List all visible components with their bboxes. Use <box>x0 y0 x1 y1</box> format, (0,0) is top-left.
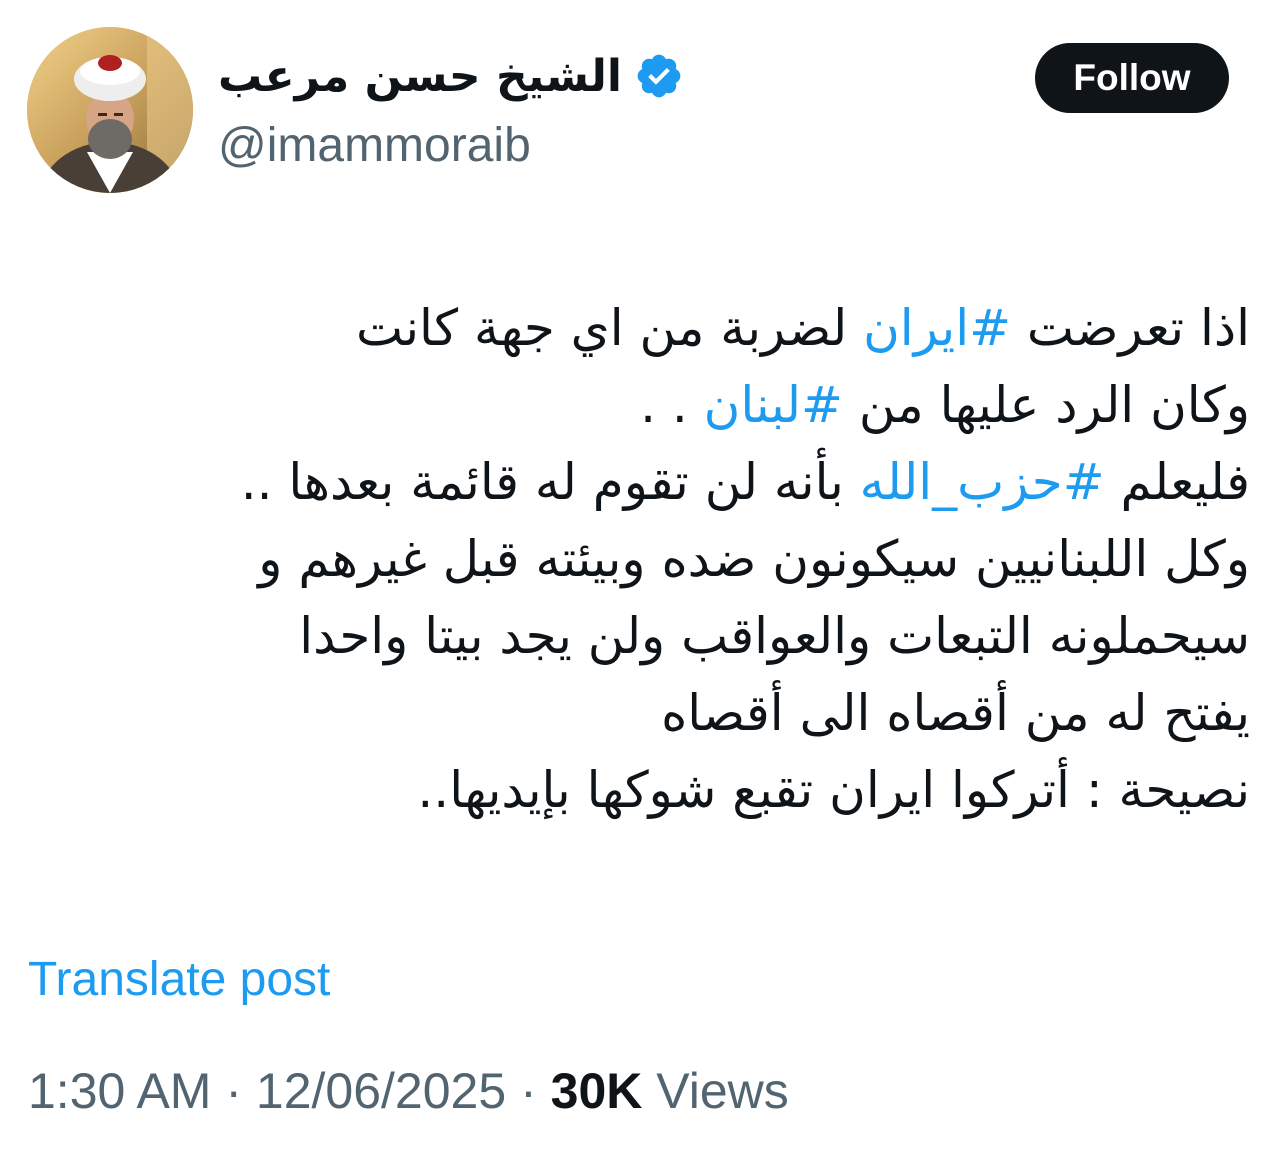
tweet-text-segment: بأنه لن تقوم له قائمة بعدها .. <box>240 453 860 511</box>
tweet-text-segment: لضربة من اي جهة كانت <box>356 299 864 357</box>
tweet-date[interactable]: 12/06/2025 <box>256 1063 506 1119</box>
tweet-line: وكل اللبنانيين سيكونون ضده وبيئته قبل غي… <box>90 521 1250 598</box>
tweet-meta: 1:30 AM · 12/06/2025 · 30K Views <box>28 1062 789 1120</box>
author-display-name[interactable]: الشيخ حسن مرعب <box>218 51 622 102</box>
meta-separator: · <box>225 1063 243 1119</box>
tweet-text-segment: وكان الرد عليها من <box>842 376 1250 434</box>
meta-separator: · <box>520 1063 537 1119</box>
avatar-image <box>27 27 193 193</box>
verified-badge-icon[interactable] <box>634 51 684 101</box>
tweet-line: سيحملونه التبعات والعواقب ولن يجد بيتا و… <box>90 598 1250 675</box>
tweet-text-segment: . . <box>640 376 704 434</box>
tweet-text-segment: سيحملونه التبعات والعواقب ولن يجد بيتا و… <box>299 607 1250 665</box>
translate-post-link[interactable]: Translate post <box>28 952 330 1007</box>
hashtag-link[interactable]: #حزب_الله <box>860 453 1105 511</box>
tweet-line: يفتح له من أقصاه الى أقصاه <box>90 675 1250 752</box>
tweet-line: وكان الرد عليها من #لبنان . . <box>90 367 1250 444</box>
tweet-time[interactable]: 1:30 AM <box>28 1063 211 1119</box>
follow-button[interactable]: Follow <box>1035 43 1229 113</box>
author-avatar[interactable] <box>27 27 193 193</box>
views-count[interactable]: 30K <box>551 1063 643 1119</box>
tweet-text-segment: يفتح له من أقصاه الى أقصاه <box>661 684 1250 742</box>
author-handle[interactable]: @imammoraib <box>218 118 531 173</box>
tweet-text-segment: نصيحة : أتركوا ايران تقبع شوكها بإيديها.… <box>417 761 1250 819</box>
tweet-text-segment: اذا تعرضت <box>1010 299 1250 357</box>
hashtag-link[interactable]: #ايران <box>863 299 1011 357</box>
tweet-line: اذا تعرضت #ايران لضربة من اي جهة كانت <box>90 290 1250 367</box>
hashtag-link[interactable]: #لبنان <box>704 376 843 434</box>
tweet-line: نصيحة : أتركوا ايران تقبع شوكها بإيديها.… <box>90 752 1250 829</box>
views-label: Views <box>656 1063 789 1119</box>
tweet-text-segment: فليعلم <box>1104 453 1251 511</box>
author-name-row: الشيخ حسن مرعب <box>218 40 684 112</box>
tweet-text-segment: وكل اللبنانيين سيكونون ضده وبيئته قبل غي… <box>258 530 1250 588</box>
tweet-line: فليعلم #حزب_الله بأنه لن تقوم له قائمة ب… <box>90 444 1250 521</box>
tweet-text: اذا تعرضت #ايران لضربة من اي جهة كانت وكا… <box>90 290 1250 829</box>
